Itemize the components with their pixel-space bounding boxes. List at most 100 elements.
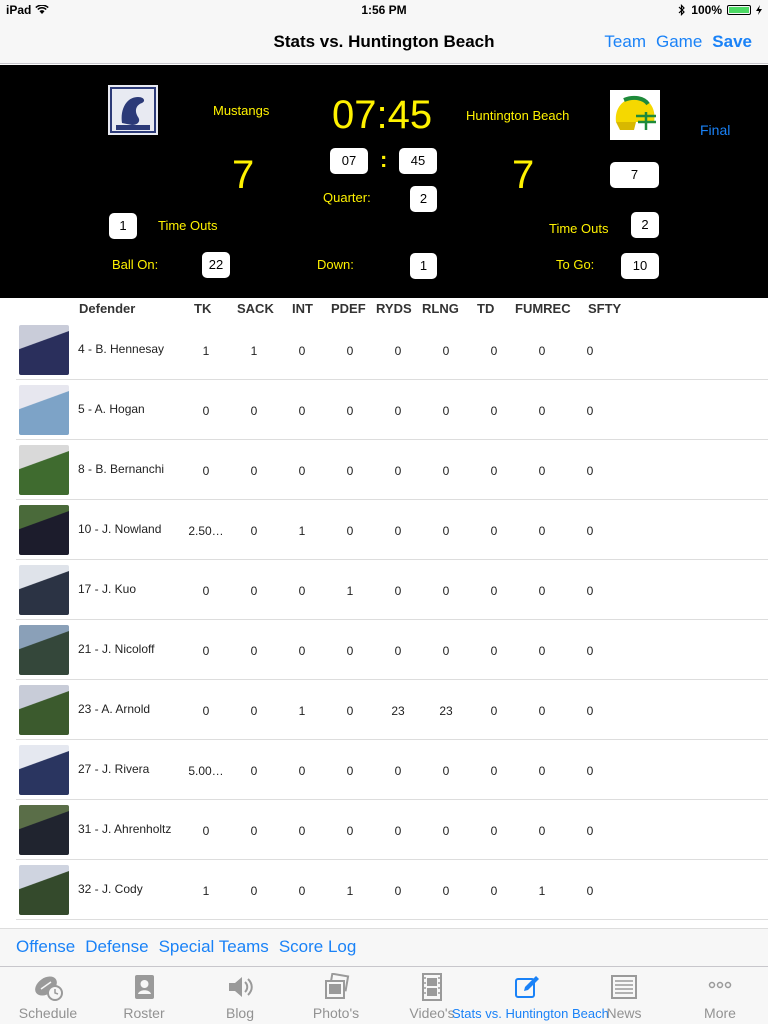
- special-teams-tab[interactable]: Special Teams: [159, 937, 269, 957]
- stat-fumrec[interactable]: 0: [522, 404, 562, 418]
- stat-rlng[interactable]: 0: [426, 884, 466, 898]
- stat-sfty[interactable]: 0: [570, 344, 610, 358]
- stat-ryds[interactable]: 0: [378, 764, 418, 778]
- table-row[interactable]: 10 - J. Nowland 2.50… 0 1 0 0 0 0 0 0: [16, 500, 768, 560]
- stat-ryds[interactable]: 0: [378, 524, 418, 538]
- clock-seconds-field[interactable]: 45: [399, 148, 437, 174]
- stat-sack[interactable]: 0: [234, 464, 274, 478]
- tab-news[interactable]: News: [576, 967, 672, 1025]
- stat-sack[interactable]: 0: [234, 584, 274, 598]
- tab-more[interactable]: More: [672, 967, 768, 1025]
- stat-tk[interactable]: 1: [186, 344, 226, 358]
- stat-rlng[interactable]: 0: [426, 824, 466, 838]
- offense-tab[interactable]: Offense: [16, 937, 75, 957]
- stat-int[interactable]: 1: [282, 524, 322, 538]
- stat-rlng[interactable]: 0: [426, 764, 466, 778]
- defense-tab[interactable]: Defense: [85, 937, 148, 957]
- tab-roster[interactable]: Roster: [96, 967, 192, 1025]
- away-score-field[interactable]: 7: [610, 162, 659, 188]
- stat-pdef[interactable]: 0: [330, 344, 370, 358]
- stat-pdef[interactable]: 0: [330, 404, 370, 418]
- stat-sfty[interactable]: 0: [570, 824, 610, 838]
- stat-ryds[interactable]: 0: [378, 584, 418, 598]
- stat-tk[interactable]: 0: [186, 404, 226, 418]
- stat-sfty[interactable]: 0: [570, 704, 610, 718]
- stat-sack[interactable]: 0: [234, 884, 274, 898]
- stat-sfty[interactable]: 0: [570, 584, 610, 598]
- stat-ryds[interactable]: 0: [378, 344, 418, 358]
- ball-on-field[interactable]: 22: [202, 252, 230, 278]
- stat-td[interactable]: 0: [474, 644, 514, 658]
- quarter-field[interactable]: 2: [410, 186, 437, 212]
- table-row[interactable]: 23 - A. Arnold 0 0 1 0 23 23 0 0 0: [16, 680, 768, 740]
- stat-rlng[interactable]: 0: [426, 644, 466, 658]
- stat-td[interactable]: 0: [474, 344, 514, 358]
- stat-ryds[interactable]: 0: [378, 404, 418, 418]
- stat-pdef[interactable]: 0: [330, 704, 370, 718]
- stat-pdef[interactable]: 1: [330, 884, 370, 898]
- stat-sfty[interactable]: 0: [570, 644, 610, 658]
- away-timeouts-field[interactable]: 2: [631, 212, 659, 238]
- stat-td[interactable]: 0: [474, 404, 514, 418]
- stat-sack[interactable]: 1: [234, 344, 274, 358]
- stat-td[interactable]: 0: [474, 524, 514, 538]
- stat-pdef[interactable]: 0: [330, 464, 370, 478]
- table-row[interactable]: 8 - B. Bernanchi 0 0 0 0 0 0 0 0 0: [16, 440, 768, 500]
- table-row[interactable]: 27 - J. Rivera 5.00… 0 0 0 0 0 0 0 0: [16, 740, 768, 800]
- stat-rlng[interactable]: 0: [426, 404, 466, 418]
- table-row[interactable]: 17 - J. Kuo 0 0 0 1 0 0 0 0 0: [16, 560, 768, 620]
- stat-tk[interactable]: 5.00…: [186, 764, 226, 778]
- tab-blog[interactable]: Blog: [192, 967, 288, 1025]
- stat-pdef[interactable]: 0: [330, 764, 370, 778]
- final-button[interactable]: Final: [700, 122, 730, 138]
- stat-sack[interactable]: 0: [234, 524, 274, 538]
- stat-fumrec[interactable]: 0: [522, 824, 562, 838]
- stat-tk[interactable]: 0: [186, 824, 226, 838]
- stat-sack[interactable]: 0: [234, 824, 274, 838]
- stat-rlng[interactable]: 0: [426, 584, 466, 598]
- game-button[interactable]: Game: [656, 32, 702, 52]
- score-log-tab[interactable]: Score Log: [279, 937, 357, 957]
- stat-int[interactable]: 0: [282, 884, 322, 898]
- stat-fumrec[interactable]: 0: [522, 464, 562, 478]
- stat-ryds[interactable]: 23: [378, 704, 418, 718]
- stat-fumrec[interactable]: 0: [522, 764, 562, 778]
- stat-sfty[interactable]: 0: [570, 884, 610, 898]
- down-field[interactable]: 1: [410, 253, 437, 279]
- stat-sfty[interactable]: 0: [570, 524, 610, 538]
- clock-minutes-field[interactable]: 07: [330, 148, 368, 174]
- stat-fumrec[interactable]: 1: [522, 884, 562, 898]
- stat-tk[interactable]: 0: [186, 704, 226, 718]
- save-button[interactable]: Save: [712, 32, 752, 52]
- stat-pdef[interactable]: 0: [330, 524, 370, 538]
- tab-photos[interactable]: Photo's: [288, 967, 384, 1025]
- stat-pdef[interactable]: 0: [330, 644, 370, 658]
- table-row[interactable]: 31 - J. Ahrenholtz 0 0 0 0 0 0 0 0 0: [16, 800, 768, 860]
- stat-td[interactable]: 0: [474, 764, 514, 778]
- stat-fumrec[interactable]: 0: [522, 704, 562, 718]
- stat-int[interactable]: 0: [282, 584, 322, 598]
- stat-int[interactable]: 0: [282, 344, 322, 358]
- stat-rlng[interactable]: 23: [426, 704, 466, 718]
- home-timeouts-field[interactable]: 1: [109, 213, 137, 239]
- table-row[interactable]: 21 - J. Nicoloff 0 0 0 0 0 0 0 0 0: [16, 620, 768, 680]
- stat-ryds[interactable]: 0: [378, 644, 418, 658]
- stat-tk[interactable]: 1: [186, 884, 226, 898]
- stat-tk[interactable]: 0: [186, 644, 226, 658]
- stat-tk[interactable]: 0: [186, 464, 226, 478]
- stat-int[interactable]: 1: [282, 704, 322, 718]
- stat-fumrec[interactable]: 0: [522, 584, 562, 598]
- stat-sfty[interactable]: 0: [570, 404, 610, 418]
- stat-pdef[interactable]: 1: [330, 584, 370, 598]
- stat-tk[interactable]: 2.50…: [186, 524, 226, 538]
- team-button[interactable]: Team: [604, 32, 646, 52]
- to-go-field[interactable]: 10: [621, 253, 659, 279]
- stat-int[interactable]: 0: [282, 404, 322, 418]
- stat-tk[interactable]: 0: [186, 584, 226, 598]
- tab-schedule[interactable]: Schedule: [0, 967, 96, 1025]
- stat-rlng[interactable]: 0: [426, 344, 466, 358]
- stat-td[interactable]: 0: [474, 704, 514, 718]
- stat-int[interactable]: 0: [282, 764, 322, 778]
- stat-td[interactable]: 0: [474, 824, 514, 838]
- table-row[interactable]: 5 - A. Hogan 0 0 0 0 0 0 0 0 0: [16, 380, 768, 440]
